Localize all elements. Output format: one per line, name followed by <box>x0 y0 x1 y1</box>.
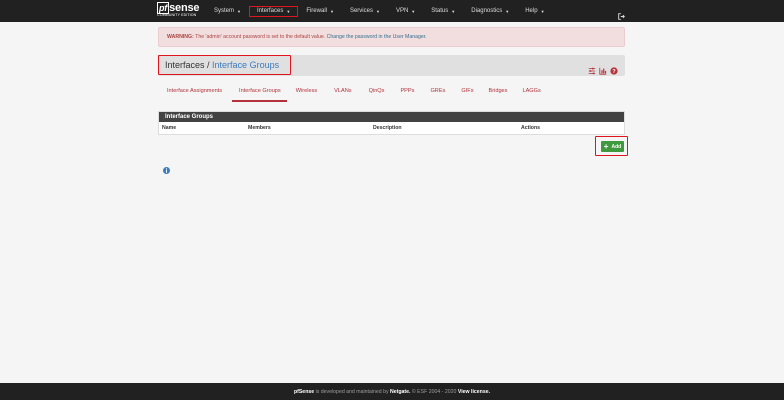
help-icon[interactable]: ? <box>610 62 618 75</box>
change-password-link[interactable]: Change the password in the User Manager. <box>327 34 427 40</box>
footer-license-link[interactable]: View license. <box>458 389 490 395</box>
footer: pfSense is developed and maintained by N… <box>0 383 784 400</box>
chevron-down-icon: ▼ <box>375 8 380 14</box>
default-password-warning: WARNING: The 'admin' account password is… <box>158 27 625 47</box>
menu-vpn[interactable]: VPN ▼ <box>388 0 423 22</box>
info-icon[interactable] <box>163 161 170 174</box>
chevron-down-icon: ▼ <box>411 8 416 14</box>
interface-tabs: Interface Assignments Interface Groups W… <box>158 84 625 102</box>
column-actions: Actions <box>521 125 541 131</box>
warning-text: The 'admin' account password is set to t… <box>193 34 327 40</box>
breadcrumb-current[interactable]: Interface Groups <box>212 60 279 70</box>
chevron-down-icon: ▼ <box>451 8 456 14</box>
interface-groups-panel: Interface Groups Name Members Descriptio… <box>158 111 625 135</box>
chevron-down-icon: ▼ <box>505 8 510 14</box>
menu-services-label: Services <box>349 8 373 14</box>
plus-icon: + <box>603 141 609 151</box>
footer-copyright: © ESF 2004 - 2020 <box>410 388 458 395</box>
column-name: Name <box>162 125 177 131</box>
tab-gifs[interactable]: GIFs <box>461 84 473 100</box>
add-button[interactable]: + Add <box>601 141 624 152</box>
main-menu: System ▼ Interfaces ▼ Firewall ▼ Services ▼ … <box>206 0 553 22</box>
menu-help[interactable]: Help ▼ <box>517 0 552 22</box>
menu-diagnostics-label: Diagnostics <box>471 8 503 14</box>
menu-status[interactable]: Status ▼ <box>423 0 463 22</box>
tab-laggs[interactable]: LAGGs <box>522 84 540 100</box>
menu-diagnostics[interactable]: Diagnostics ▼ <box>463 0 517 22</box>
logout-icon[interactable] <box>618 7 625 20</box>
sliders-icon[interactable] <box>588 62 596 74</box>
bar-chart-icon[interactable] <box>599 62 607 75</box>
chevron-down-icon: ▼ <box>329 8 334 14</box>
panel-title: Interface Groups <box>159 112 624 122</box>
tab-gres[interactable]: GREs <box>430 84 445 100</box>
top-navbar: pf sense COMMUNITY EDITION System ▼ Interf… <box>0 0 784 22</box>
menu-firewall-label: Firewall <box>306 8 327 14</box>
breadcrumb: Interfaces / Interface Groups <box>158 55 291 75</box>
tab-vlans[interactable]: VLANs <box>334 84 351 100</box>
menu-services[interactable]: Services ▼ <box>342 0 388 22</box>
tab-interface-groups[interactable]: Interface Groups <box>232 84 287 102</box>
menu-firewall[interactable]: Firewall ▼ <box>298 0 342 22</box>
column-description: Description <box>373 125 402 131</box>
menu-interfaces[interactable]: Interfaces ▼ <box>248 5 299 17</box>
tab-qinqs[interactable]: QinQs <box>369 84 385 100</box>
warning-label: WARNING: <box>167 34 194 40</box>
footer-brand: pfSense <box>293 388 315 395</box>
menu-status-label: Status <box>431 8 449 14</box>
svg-text:?: ? <box>612 69 616 75</box>
column-members: Members <box>248 125 271 131</box>
add-button-label: Add <box>611 143 622 150</box>
chevron-down-icon: ▼ <box>540 8 545 14</box>
menu-vpn-label: VPN <box>395 8 409 14</box>
tab-bridges[interactable]: Bridges <box>489 84 508 100</box>
tab-ppps[interactable]: PPPs <box>400 84 414 100</box>
menu-help-label: Help <box>525 8 538 14</box>
footer-text: is developed and maintained by <box>314 388 390 395</box>
logo-edition: COMMUNITY EDITION <box>157 13 197 17</box>
chevron-down-icon: ▼ <box>286 8 291 14</box>
menu-system-label: System <box>214 8 235 14</box>
breadcrumb-actions: ? <box>588 61 618 75</box>
footer-company-link[interactable]: Netgate. <box>390 389 410 395</box>
tab-interface-assignments[interactable]: Interface Assignments <box>167 84 222 100</box>
breadcrumb-parent[interactable]: Interfaces / <box>165 60 210 70</box>
pfsense-logo[interactable]: pf sense COMMUNITY EDITION <box>157 2 201 20</box>
chevron-down-icon: ▼ <box>237 8 241 14</box>
menu-interfaces-label: Interfaces <box>256 8 284 14</box>
tab-wireless[interactable]: Wireless <box>296 84 317 100</box>
menu-system[interactable]: System ▼ <box>206 0 249 22</box>
table-header: Name Members Description Actions <box>159 122 624 134</box>
